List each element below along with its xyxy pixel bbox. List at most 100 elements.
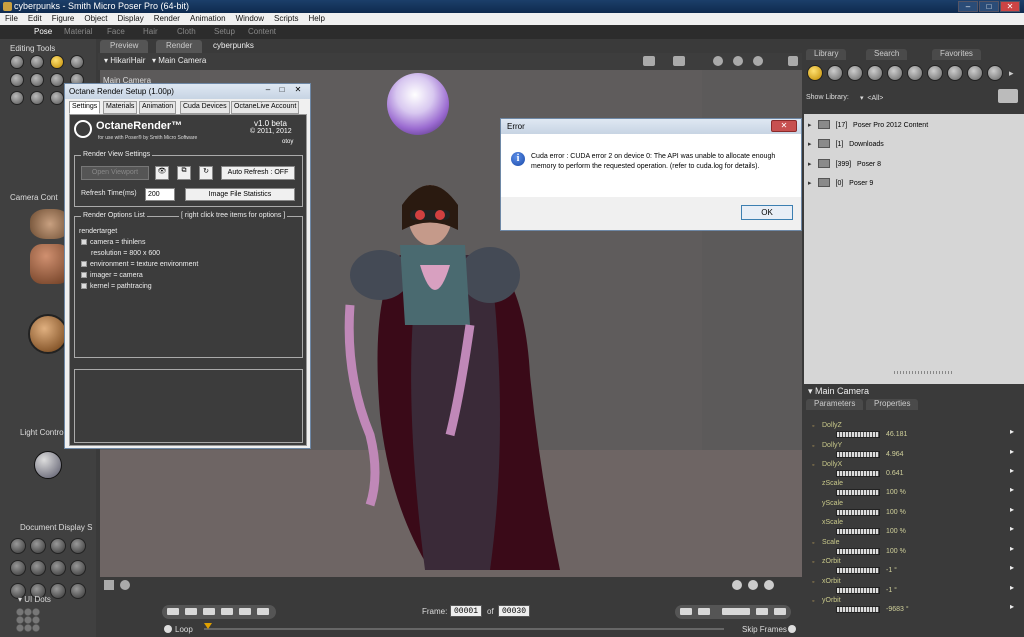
param-menu-arrow-icon[interactable]: ▸ [1010,447,1014,456]
ok-button[interactable]: OK [741,205,793,220]
morph-brush-icon[interactable] [50,91,64,105]
tree-expand-icon[interactable] [81,261,87,267]
expand-arrow-icon[interactable]: ▸ [808,179,812,187]
grouping-tool-icon[interactable] [10,91,24,105]
param-yscale[interactable]: yScale 100 % ▸ [808,500,1020,519]
menu-render[interactable]: Render [149,13,185,23]
loop-toggle[interactable] [164,625,172,633]
expand-arrow-icon[interactable]: ▸ [808,160,812,168]
tree-item-resolution[interactable]: resolution = 800 x 600 [91,250,160,257]
menu-figure[interactable]: Figure [47,13,80,23]
tab-parameters[interactable]: Parameters [806,399,864,410]
param-dial[interactable] [836,451,880,458]
param-dollyy[interactable]: ◦ DollyY 4.964 ▸ [808,442,1020,461]
param-dial[interactable] [836,470,880,477]
rotate-tool-icon[interactable] [10,55,24,69]
param-xscale[interactable]: xScale 100 % ▸ [808,519,1020,538]
stop-button[interactable] [202,607,216,616]
expressions-category-icon[interactable] [847,65,863,81]
library-folder-row[interactable]: ▸ [17] Poser Pro 2012 Content [808,120,1020,134]
library-scroll-right-icon[interactable]: ▸ [1009,68,1014,79]
param-menu-arrow-icon[interactable]: ▸ [1010,524,1014,533]
room-tab-pose[interactable]: Pose [28,27,58,38]
outline-style-icon[interactable] [30,538,46,554]
param-menu-arrow-icon[interactable]: ▸ [1010,466,1014,475]
camera-trackball-icon[interactable] [28,314,68,354]
param-menu-arrow-icon[interactable]: ▸ [1010,427,1014,436]
cartoon-style-icon[interactable] [70,560,86,576]
go-to-start-button[interactable] [166,607,180,616]
room-tab-setup[interactable]: Setup [208,27,241,38]
ground-shadow-icon[interactable] [120,580,130,590]
copy-icon[interactable]: ⧉ [177,166,191,180]
room-tab-hair[interactable]: Hair [137,27,164,38]
chain-break-tool-icon[interactable] [50,73,64,87]
hidden-line-style-icon[interactable] [70,538,86,554]
panel-resize-grip[interactable] [894,371,954,374]
figure-select[interactable]: ▾ HikariHair [104,56,145,65]
param-dollyx[interactable]: ◦ DollyX 0.641 ▸ [808,461,1020,480]
room-tab-face[interactable]: Face [101,27,131,38]
octane-tab-settings[interactable]: Settings [69,101,101,114]
ui-dots-grid[interactable] [16,608,40,632]
translate-in-out-tool-icon[interactable] [70,55,84,69]
flat-shaded-style-icon[interactable] [30,560,46,576]
texture-shaded-style-icon[interactable] [50,583,66,599]
menu-help[interactable]: Help [303,13,329,23]
tab-preview[interactable]: Preview [100,40,149,53]
library-folder-row[interactable]: ▸ [0] Poser 9 [808,178,1020,192]
add-keyframe-button[interactable] [755,607,769,616]
tree-expand-icon[interactable] [81,239,87,245]
step-forward-button[interactable] [256,607,270,616]
tab-render[interactable]: Render [156,40,203,53]
refresh-time-input[interactable]: 200 [145,188,175,201]
timeline-track[interactable] [204,628,724,630]
scenes-category-icon[interactable] [987,65,1003,81]
menu-display[interactable]: Display [113,13,149,23]
octane-minimize-button[interactable]: – [261,85,275,96]
area-render-icon[interactable] [733,56,743,66]
param-zscale[interactable]: zScale 100 % ▸ [808,480,1020,499]
character-figure[interactable] [340,175,580,570]
param-value[interactable]: -1 ° [886,567,897,574]
param-menu-arrow-icon[interactable]: ▸ [1010,505,1014,514]
param-value[interactable]: 4.964 [886,451,904,458]
scale-tool-icon[interactable] [10,73,24,87]
param-value[interactable]: 100 % [886,489,906,496]
play-button[interactable] [220,607,234,616]
tab-library[interactable]: Library [806,49,847,60]
hair-category-icon[interactable] [867,65,883,81]
view-magnifier-icon[interactable] [30,91,44,105]
menu-edit[interactable]: Edit [23,13,47,23]
param-dial[interactable] [836,489,880,496]
light-sphere-icon[interactable] [34,451,62,479]
close-button[interactable]: ✕ [1000,1,1020,12]
expand-arrow-icon[interactable]: ▸ [808,140,812,148]
skip-frames-toggle[interactable] [788,625,796,633]
tracking-full-icon[interactable] [764,580,774,590]
go-to-end-button[interactable] [184,607,198,616]
preview-style-icon[interactable] [70,583,86,599]
octane-tab-cuda-devices[interactable]: Cuda Devices [180,101,230,114]
auto-refresh-button[interactable]: Auto Refresh : OFF [221,166,295,180]
open-viewport-button[interactable]: Open Viewport [81,166,149,180]
step-back-button[interactable] [238,607,252,616]
viewport-layout-icon[interactable] [643,56,655,66]
camera-select[interactable]: ▾ Main Camera [152,56,206,65]
param-value[interactable]: 46.181 [886,431,907,438]
props-category-icon[interactable] [907,65,923,81]
param-xorbit[interactable]: ◦ xOrbit -1 ° ▸ [808,578,1020,597]
room-tab-cloth[interactable]: Cloth [171,27,202,38]
param-menu-arrow-icon[interactable]: ▸ [1010,563,1014,572]
param-menu-arrow-icon[interactable]: ▸ [1010,544,1014,553]
tree-item-camera[interactable]: camera = thinlens [81,239,145,246]
menu-file[interactable]: File [0,13,23,23]
viewport-options-icon[interactable] [673,56,685,66]
param-value[interactable]: -9683 ° [886,606,909,613]
translate-tool-icon[interactable] [50,55,64,69]
flat-lined-style-icon[interactable] [50,560,66,576]
library-folder-row[interactable]: ▸ [399] Poser 8 [808,159,1020,173]
param-value[interactable]: -1 ° [886,587,897,594]
param-dial[interactable] [836,431,880,438]
tracking-box-icon[interactable] [732,580,742,590]
